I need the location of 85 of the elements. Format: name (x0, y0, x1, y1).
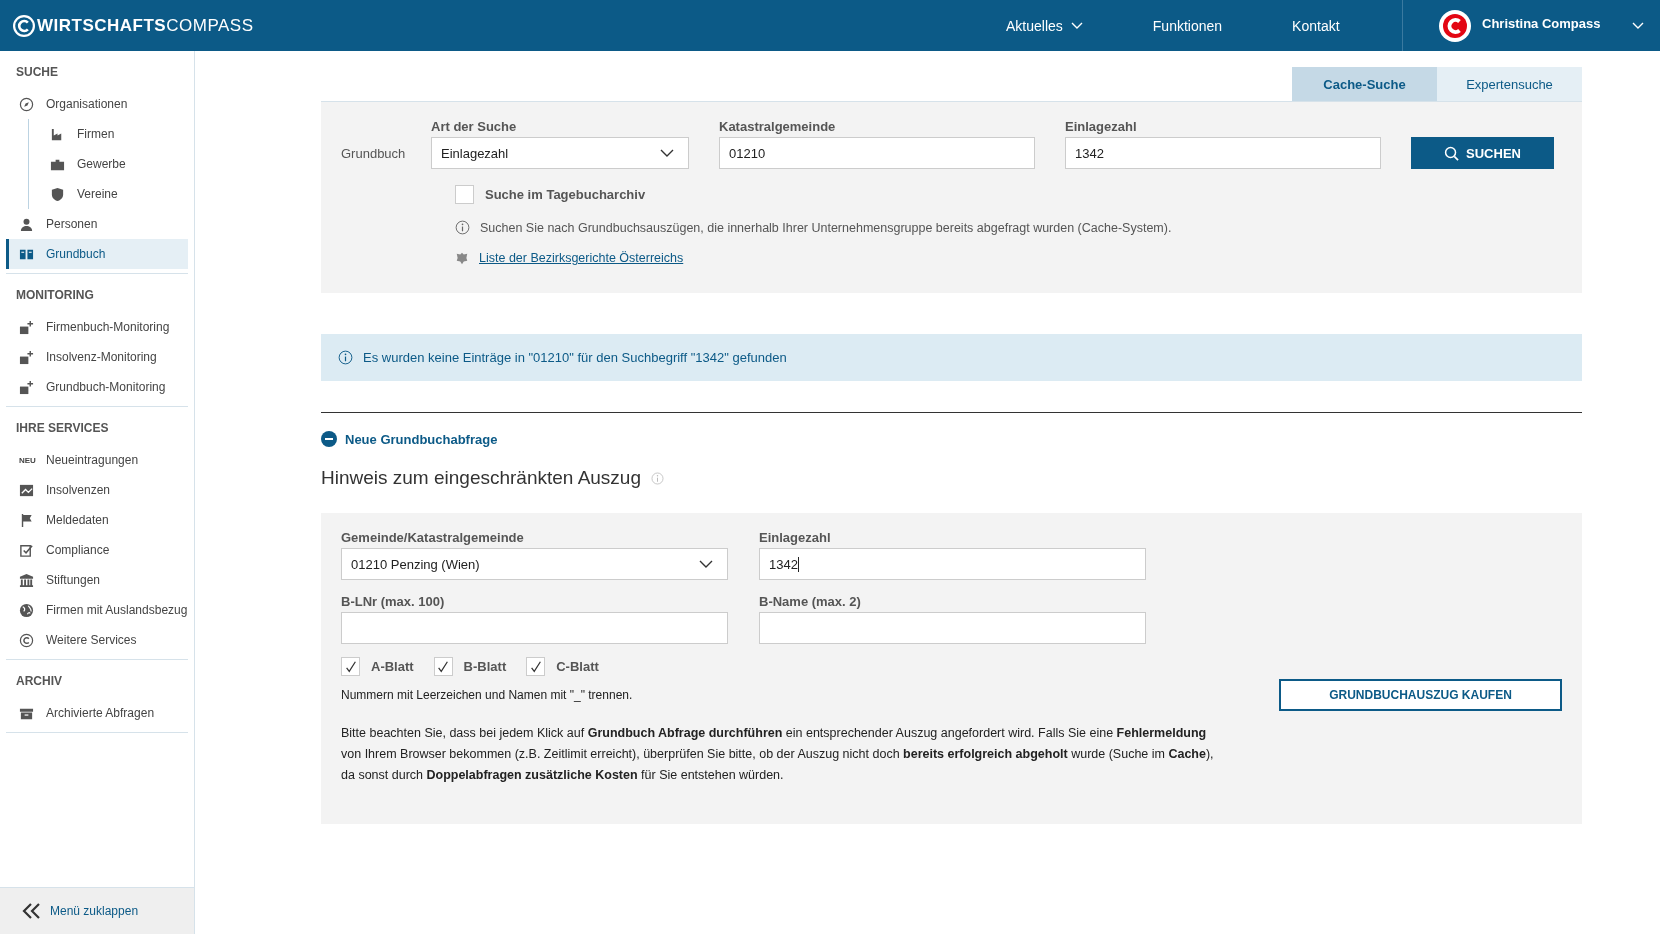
pillars-icon (19, 572, 34, 588)
input-field[interactable] (341, 612, 728, 644)
new-label: NEU (19, 455, 34, 465)
field-label: Einlagezahl (1065, 119, 1138, 134)
input-field[interactable]: 1342 (759, 548, 1146, 580)
section-heading: Hinweis zum eingeschränkten Auszug (321, 467, 641, 489)
section-title: IHRE SERVICES (15, 420, 110, 437)
search-tab[interactable]: Cache-Suche (1292, 67, 1437, 101)
field-label: Art der Suche (431, 119, 518, 134)
compass-icon (19, 96, 34, 112)
checkbox-label: Suche im Tagebucharchiv (485, 187, 646, 202)
field-label: B-LNr (max. 100) (341, 594, 446, 609)
globe-icon (19, 602, 34, 618)
section-title: ARCHIV (15, 673, 63, 690)
checkbox[interactable] (455, 185, 474, 204)
checkbox[interactable] (433, 657, 453, 676)
field-label: B-Name (max. 2) (759, 594, 862, 609)
sidebar-item[interactable]: Gewerbe (29, 149, 188, 179)
notice-text: Es wurden keine Einträge in "01210" für den Suchbegriff "1342" gefunden (363, 350, 787, 365)
sidebar-item[interactable]: Organisationen (6, 89, 188, 119)
info-text: Suchen Sie nach Grundbuchsauszügen, die innerhalb Ihrer Unternehmensgruppe bereits abgefragt wurden (Cache-System). (480, 220, 1172, 235)
checkbox-label: C-Blatt (556, 659, 599, 674)
person-icon (19, 216, 34, 232)
chevron-down-icon[interactable] (1632, 21, 1644, 30)
search-type-dropdown[interactable]: Einlagezahl (431, 137, 689, 169)
logo-text[interactable]: WIRTSCHAFTSCOMPASS (37, 15, 254, 36)
search-icon (1444, 145, 1460, 161)
checkbox-icon (19, 542, 34, 558)
shield-icon (50, 186, 65, 202)
info-icon (455, 220, 470, 235)
chevron-down-icon (699, 560, 713, 568)
copyright-icon (19, 632, 34, 648)
sidebar-item[interactable]: Firmen mit Auslandsbezug (6, 595, 188, 625)
note-paragraph: Bitte beachten Sie, dass bei jedem Klick auf Grundbuch Abfrage durchführen ein entsprechender Auszug angefordert wird. Falls Sie eine Fehlermeldung von Ihrem Browser bekommen (z.B. Zeitlimit erreicht), überprüfen Sie bitte, ob der Auszug nicht doch bereits erfolgreich abgeholt wurde (Suche im Cache), da sonst durch Doppelabfragen zusätzliche Kosten für Sie entstehen würden. (341, 725, 1215, 784)
input-field[interactable] (759, 612, 1146, 644)
hint-text: Nummern mit Leerzeichen und Namen mit "_" trennen. (341, 688, 634, 702)
sidebar-item[interactable]: Firmenbuch-Monitoring (6, 312, 188, 342)
field-label: Einlagezahl (759, 530, 832, 545)
sidebar-item[interactable]: Compliance (6, 535, 188, 565)
nav-link[interactable]: Kontakt (1257, 17, 1375, 34)
checkbox-label: A-Blatt (371, 659, 414, 674)
sidebar-item[interactable]: Weitere Services (6, 625, 188, 655)
minus-circle-icon (321, 431, 337, 447)
sidebar-item[interactable]: Archivierte Abfragen (6, 698, 188, 728)
user-avatar-icon (1438, 8, 1472, 43)
municipality-dropdown[interactable]: 01210 Penzing (Wien) (341, 548, 728, 580)
nav-link[interactable]: Funktionen (1117, 17, 1258, 34)
collapse-menu-button[interactable]: Menü zuklappen (0, 887, 194, 934)
row-label: Grundbuch (341, 146, 407, 163)
chart-icon (19, 482, 34, 498)
flag-icon (19, 512, 34, 528)
sidebar-item[interactable]: Firmen (29, 119, 188, 149)
info-icon (338, 350, 353, 365)
logo-icon (13, 14, 35, 37)
checkbox-label: B-Blatt (463, 659, 507, 674)
sidebar-item[interactable]: NEU Neueintragungen (6, 445, 188, 475)
user-name[interactable]: Christina Compass (1482, 16, 1622, 31)
sidebar-item[interactable]: Meldedaten (6, 505, 188, 535)
chevron-down-icon (660, 149, 674, 157)
sidebar-item[interactable]: Grundbuch (6, 239, 188, 269)
new-query-toggle[interactable]: Neue Grundbuchabfrage (321, 431, 498, 447)
nav-link[interactable]: Aktuelles (913, 17, 1118, 34)
courts-list-link[interactable]: Liste der Bezirksgerichte Österreichs (479, 251, 684, 265)
search-button[interactable]: SUCHEN (1411, 137, 1554, 169)
checkmark-icon (528, 659, 543, 674)
checkbox[interactable] (341, 657, 360, 676)
sidebar-item[interactable]: Grundbuch-Monitoring (6, 372, 188, 402)
checkmark-icon (343, 659, 358, 674)
buy-button[interactable]: GRUNDBUCHAUSZUG KAUFEN (1279, 679, 1562, 711)
field-label: Katastralgemeinde (719, 119, 837, 134)
sidebar-item[interactable]: Vereine (29, 179, 188, 209)
checkbox[interactable] (526, 657, 546, 676)
sidebar-item[interactable]: Stiftungen (6, 565, 188, 595)
input-field[interactable]: 01210 (719, 137, 1035, 169)
checkmark-icon (436, 659, 451, 674)
input-field[interactable]: 1342 (1065, 137, 1381, 169)
sidebar-item[interactable]: Insolvenzen (6, 475, 188, 505)
search-tab[interactable]: Expertensuche (1437, 67, 1582, 101)
double-chevron-left-icon (22, 903, 42, 919)
section-title: SUCHE (15, 64, 59, 81)
sidebar-item[interactable]: Insolvenz-Monitoring (6, 342, 188, 372)
field-label: Gemeinde/Katastralgemeinde (341, 530, 525, 545)
info-icon (651, 471, 664, 485)
sidebar-item[interactable]: Personen (6, 209, 188, 239)
section-title: MONITORING (15, 287, 95, 304)
